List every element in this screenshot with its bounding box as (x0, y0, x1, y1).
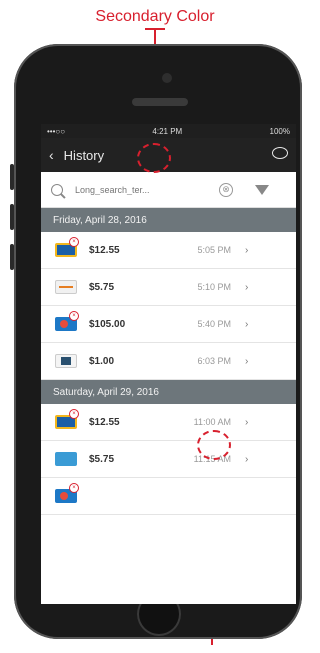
battery-level: 100% (269, 126, 290, 136)
app-screen: •••○○ 4:21 PM 100% ‹ History ⊗ Friday, A… (41, 124, 296, 604)
page-title: History (63, 147, 105, 163)
highlight-circle (197, 430, 231, 460)
amount: $105.00 (89, 318, 126, 330)
error-badge-icon: × (69, 409, 79, 419)
time: 11:00 AM (193, 417, 231, 427)
amount: $5.75 (89, 281, 115, 293)
time: 5:10 PM (197, 282, 231, 292)
back-button[interactable]: ‹ (49, 147, 54, 163)
side-button (10, 244, 14, 270)
chevron-right-icon: › (245, 416, 249, 428)
search-input[interactable] (73, 183, 197, 196)
date-header: Saturday, April 29, 2016 (41, 380, 296, 404)
carrier-signal: •••○○ (47, 126, 66, 136)
amount: $5.75 (89, 453, 115, 465)
check-card-icon (55, 354, 77, 368)
error-badge-icon: × (69, 483, 79, 493)
chevron-right-icon: › (245, 281, 249, 293)
amount: $12.55 (89, 244, 120, 256)
time: 5:05 PM (197, 245, 231, 255)
phone-frame: •••○○ 4:21 PM 100% ‹ History ⊗ Friday, A… (10, 44, 302, 639)
transaction-row[interactable]: × $105.00 5:40 PM › (41, 306, 296, 343)
secondary-color-annotation: Secondary Color (95, 8, 215, 25)
annotation-top-bar (145, 28, 165, 30)
chevron-right-icon: › (245, 318, 249, 330)
transaction-row[interactable]: × $12.55 11:00 AM › (41, 404, 296, 441)
filter-icon[interactable] (255, 184, 269, 195)
side-button (10, 164, 14, 190)
chevron-right-icon: › (245, 244, 249, 256)
status-bar: •••○○ 4:21 PM 100% (41, 124, 296, 138)
time: 6:03 PM (197, 356, 231, 366)
side-button (10, 204, 14, 230)
status-time: 4:21 PM (152, 126, 183, 136)
camera (162, 73, 172, 83)
highlight-circle (137, 143, 171, 173)
chat-icon[interactable] (272, 147, 288, 159)
transaction-row[interactable]: $1.00 6:03 PM › (41, 343, 296, 380)
chevron-right-icon: › (245, 453, 249, 465)
search-bar: ⊗ (41, 172, 296, 208)
amount: $1.00 (89, 355, 115, 367)
chevron-right-icon: › (245, 355, 249, 367)
transaction-row[interactable]: $5.75 11:15 AM › (41, 441, 296, 478)
date-header: Friday, April 28, 2016 (41, 208, 296, 232)
time: 5:40 PM (197, 319, 231, 329)
amount: $12.55 (89, 416, 120, 428)
error-badge-icon: × (69, 311, 79, 321)
transaction-row[interactable]: $5.75 5:10 PM › (41, 269, 296, 306)
discover-card-icon (55, 280, 77, 294)
transaction-row[interactable]: × (41, 478, 296, 515)
error-badge-icon: × (69, 237, 79, 247)
speaker (132, 98, 188, 106)
clear-icon[interactable]: ⊗ (219, 182, 233, 197)
amex-card-icon (55, 452, 77, 466)
transaction-row[interactable]: × $12.55 5:05 PM › (41, 232, 296, 269)
search-icon (51, 183, 63, 196)
